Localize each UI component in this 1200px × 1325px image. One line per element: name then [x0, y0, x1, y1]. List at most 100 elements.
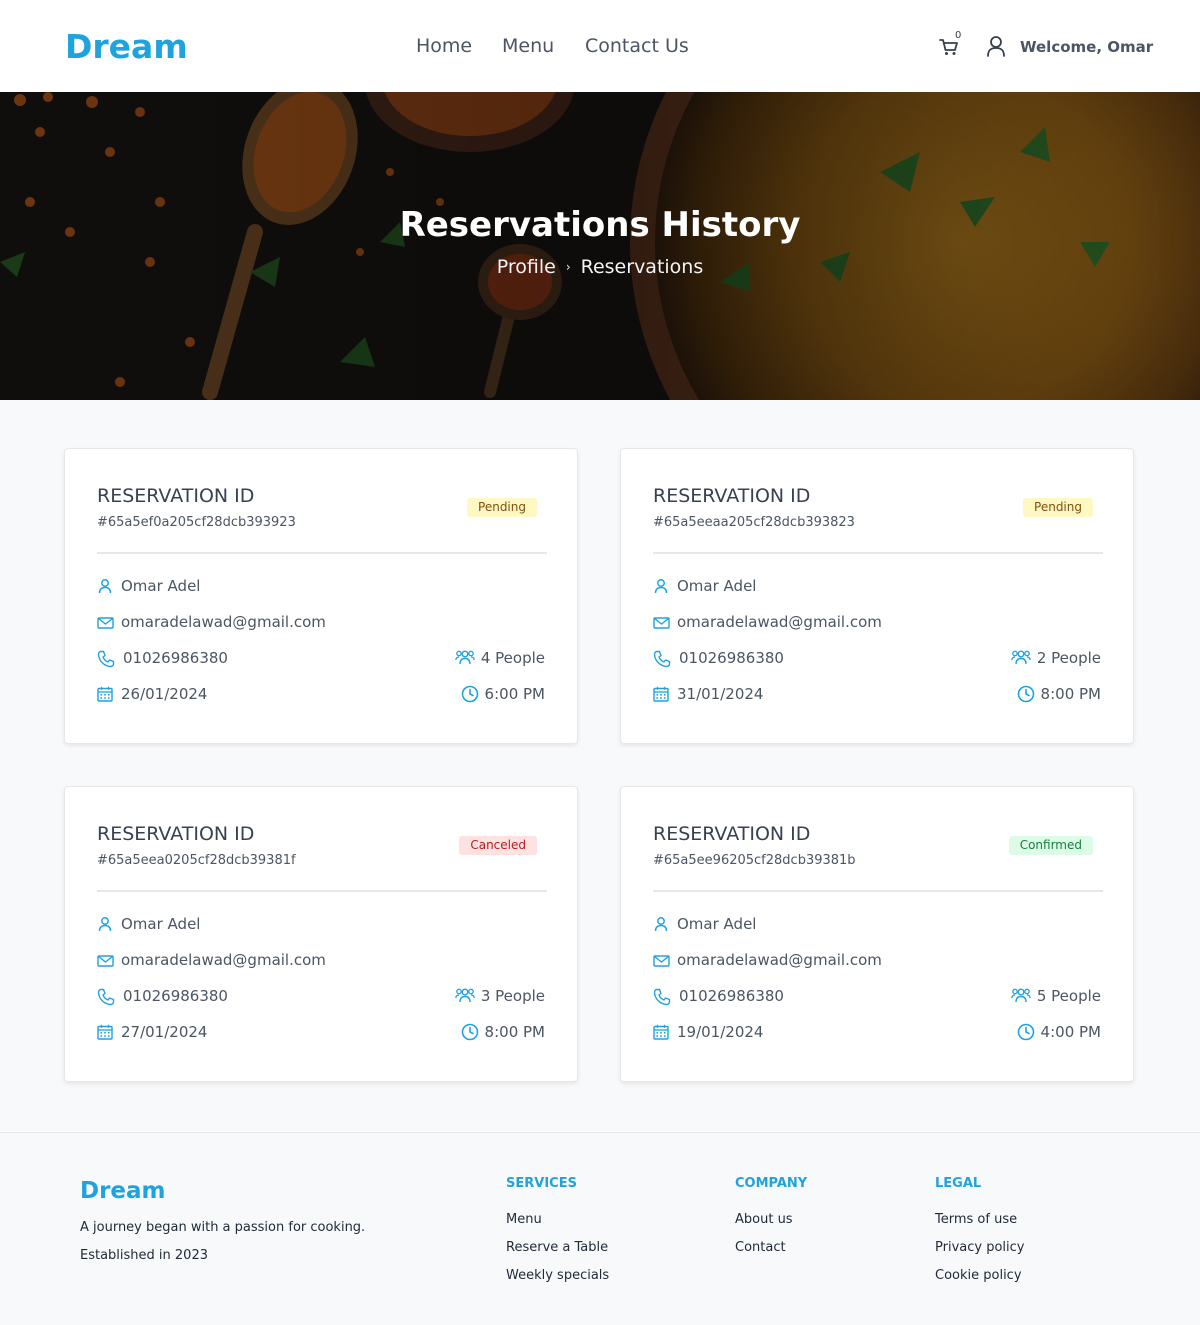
guest-phone: 01026986380 — [679, 649, 784, 667]
nav-contact-link[interactable]: Contact Us — [585, 35, 689, 57]
reservation-time-value: 6:00 PM — [484, 685, 545, 703]
food-background-image — [0, 92, 1200, 400]
status-badge: Confirmed — [1008, 836, 1093, 855]
navbar: Dream Home Menu Contact Us 0 Welcome, Om… — [0, 0, 1200, 92]
party-size-value: 3 People — [480, 987, 545, 1005]
clock-icon-wrap — [1017, 1023, 1035, 1041]
cart-count-badge: 0 — [955, 30, 962, 41]
footer-services-heading: SERVICES — [506, 1176, 577, 1191]
footer-link-reserve-table[interactable]: Reserve a Table — [506, 1240, 608, 1255]
person-icon — [98, 579, 112, 594]
status-badge: Pending — [467, 498, 537, 517]
user-icon[interactable] — [986, 35, 1006, 57]
reservation-card[interactable]: RESERVATION ID #65a5ee96205cf28dcb39381b C… — [620, 786, 1134, 1082]
people-icon — [454, 988, 475, 1003]
calendar-icon — [653, 1024, 669, 1040]
card-divider — [97, 552, 547, 554]
breadcrumb-current: Reservations — [580, 256, 704, 278]
reservation-card[interactable]: RESERVATION ID #65a5eeaa205cf28dcb393823 P… — [620, 448, 1134, 744]
reservation-id-value: #65a5eea0205cf28dcb39381f — [97, 853, 296, 868]
clock-icon — [1017, 685, 1034, 703]
status-badge: Pending — [1023, 498, 1093, 517]
guest-email: omaradelawad@gmail.com — [677, 613, 882, 631]
footer-link-privacy[interactable]: Privacy policy — [935, 1240, 1024, 1255]
clock-icon-wrap — [461, 1023, 479, 1041]
envelope-icon — [97, 617, 114, 629]
reservation-time-value: 8:00 PM — [484, 1023, 545, 1041]
person-icon — [654, 579, 668, 594]
calendar-icon — [97, 1024, 113, 1040]
person-icon — [654, 917, 668, 932]
guest-email: omaradelawad@gmail.com — [121, 613, 326, 631]
party-size-value: 2 People — [1036, 649, 1101, 667]
guest-name: Omar Adel — [121, 915, 201, 933]
breadcrumb: Profile › Reservations — [0, 256, 1200, 278]
nav-menu-link[interactable]: Menu — [502, 35, 554, 57]
people-icon — [1010, 650, 1031, 665]
footer-tagline: A journey began with a passion for cooki… — [80, 1220, 366, 1235]
reservation-id-label: RESERVATION ID — [97, 485, 255, 507]
reservation-time-value: 8:00 PM — [1040, 685, 1101, 703]
people-icon-wrap — [454, 649, 475, 665]
guest-email: omaradelawad@gmail.com — [121, 951, 326, 969]
footer-brand[interactable]: Dream — [80, 1178, 166, 1204]
reservation-card[interactable]: RESERVATION ID #65a5ef0a205cf28dcb393923 P… — [64, 448, 578, 744]
people-icon-wrap — [1010, 649, 1031, 665]
clock-icon-wrap — [461, 685, 479, 703]
reservation-id-label: RESERVATION ID — [653, 485, 811, 507]
status-badge: Canceled — [459, 836, 537, 855]
phone-icon — [97, 650, 115, 668]
reservation-id-value: #65a5ee96205cf28dcb39381b — [653, 853, 856, 868]
reservation-date: 19/01/2024 — [677, 1023, 764, 1041]
card-divider — [653, 890, 1103, 892]
people-icon-wrap — [454, 987, 475, 1003]
footer-company-heading: COMPANY — [735, 1176, 808, 1191]
footer-link-menu[interactable]: Menu — [506, 1212, 542, 1227]
party-size-value: 4 People — [480, 649, 545, 667]
calendar-icon — [97, 686, 113, 702]
envelope-icon — [653, 955, 670, 967]
guest-name: Omar Adel — [121, 577, 201, 595]
person-icon — [98, 917, 112, 932]
breadcrumb-profile-link[interactable]: Profile — [497, 256, 556, 278]
chevron-right-icon: › — [565, 260, 571, 274]
reservation-card[interactable]: RESERVATION ID #65a5eea0205cf28dcb39381f C… — [64, 786, 578, 1082]
hero-banner: Reservations History Profile › Reservation… — [0, 92, 1200, 400]
envelope-icon — [97, 955, 114, 967]
reservation-id-label: RESERVATION ID — [97, 823, 255, 845]
reservation-date: 31/01/2024 — [677, 685, 764, 703]
people-icon — [454, 650, 475, 665]
people-icon — [1010, 988, 1031, 1003]
guest-name: Omar Adel — [677, 915, 757, 933]
guest-email: omaradelawad@gmail.com — [677, 951, 882, 969]
reservation-id-value: #65a5eeaa205cf28dcb393823 — [653, 515, 855, 530]
card-divider — [97, 890, 547, 892]
nav-home-link[interactable]: Home — [416, 35, 472, 57]
phone-icon — [97, 988, 115, 1006]
footer-link-terms[interactable]: Terms of use — [935, 1212, 1017, 1227]
phone-icon — [653, 988, 671, 1006]
footer-link-weekly-specials[interactable]: Weekly specials — [506, 1268, 609, 1283]
guest-name: Omar Adel — [677, 577, 757, 595]
footer-link-cookie[interactable]: Cookie policy — [935, 1268, 1022, 1283]
clock-icon — [1017, 1023, 1034, 1041]
clock-icon-wrap — [1017, 685, 1035, 703]
footer-established: Established in 2023 — [80, 1248, 208, 1263]
reservation-id-label: RESERVATION ID — [653, 823, 811, 845]
people-icon-wrap — [1010, 987, 1031, 1003]
footer-link-contact[interactable]: Contact — [735, 1240, 786, 1255]
reservation-time-value: 4:00 PM — [1040, 1023, 1101, 1041]
clock-icon — [461, 685, 478, 703]
party-size-value: 5 People — [1036, 987, 1101, 1005]
guest-phone: 01026986380 — [123, 649, 228, 667]
welcome-text[interactable]: Welcome, Omar — [1020, 38, 1153, 56]
clock-icon — [461, 1023, 478, 1041]
envelope-icon — [653, 617, 670, 629]
footer-link-about[interactable]: About us — [735, 1212, 793, 1227]
footer: Dream A journey began with a passion for… — [0, 1132, 1200, 1325]
calendar-icon — [653, 686, 669, 702]
phone-icon — [653, 650, 671, 668]
reservation-date: 26/01/2024 — [121, 685, 208, 703]
footer-legal-heading: LEGAL — [935, 1176, 982, 1191]
card-divider — [653, 552, 1103, 554]
